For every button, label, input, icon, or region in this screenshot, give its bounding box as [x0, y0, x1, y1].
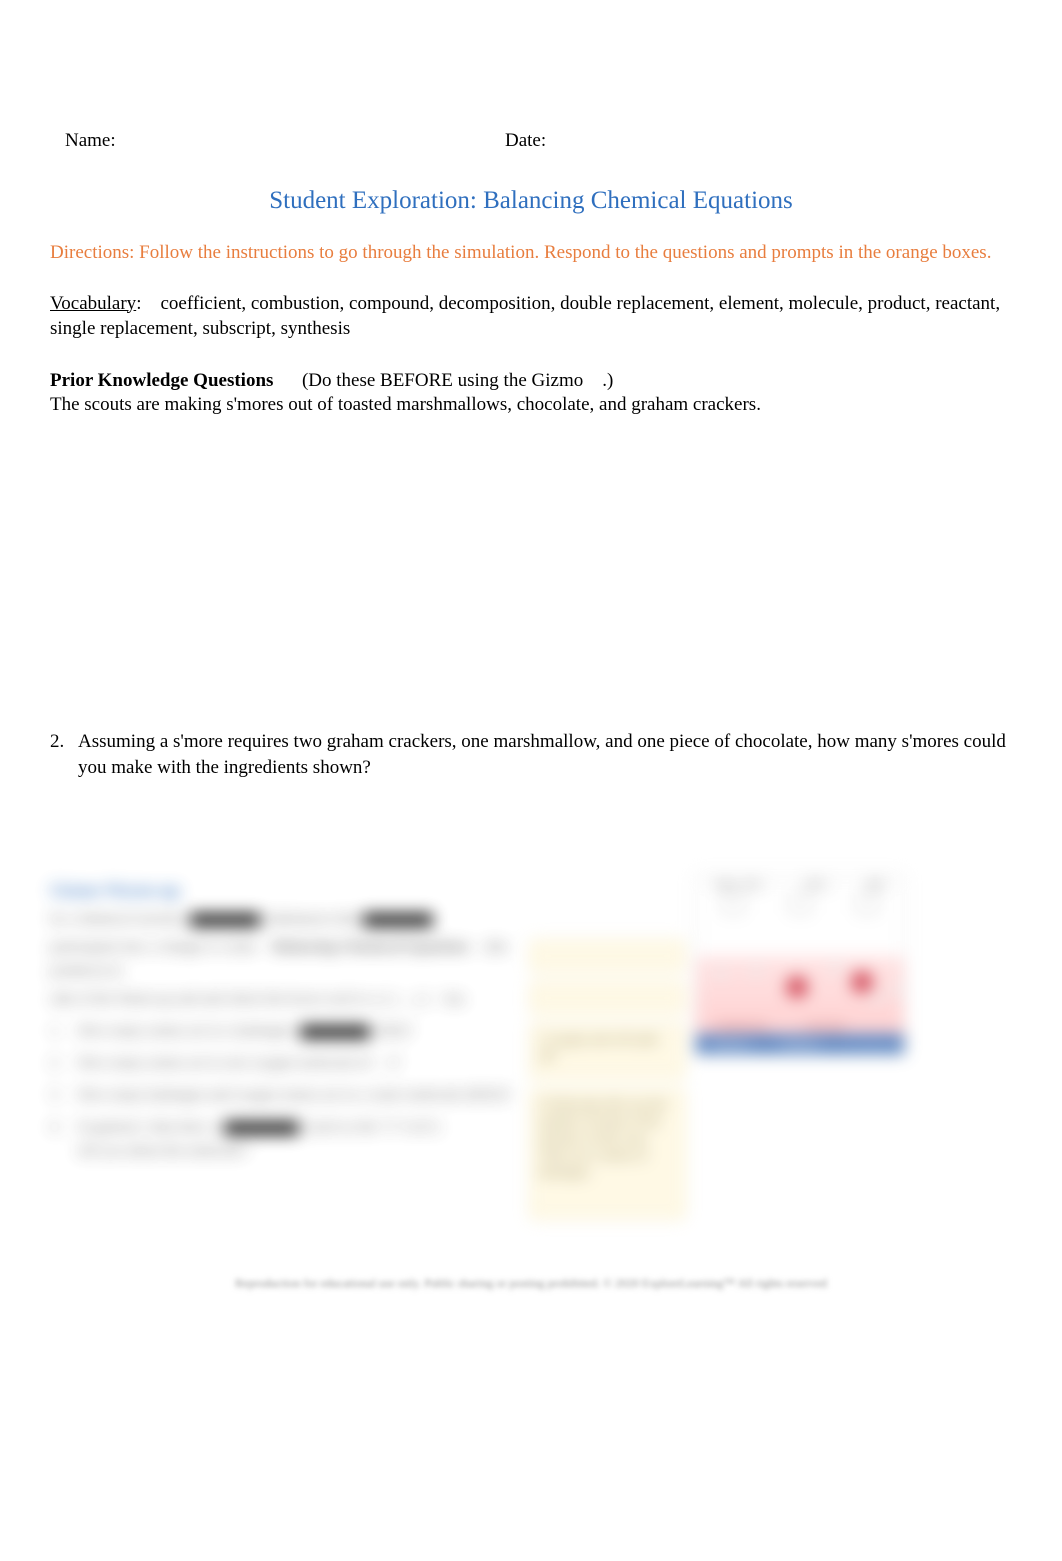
blur-line3a: side of the Warm-up and and check the bo… — [50, 991, 397, 1007]
answer-box — [530, 940, 685, 972]
directions-text: Directions: Follow the instructions to g… — [50, 240, 1012, 266]
thumb-label-1: OXYGEN — [806, 1022, 844, 1032]
blur-line1b: (substances that — [264, 911, 359, 927]
atom-dot — [851, 971, 873, 993]
thumb-top-2: H2O — [866, 880, 885, 891]
blur-line2b: (the products) in — [50, 939, 508, 979]
answer-box: 1 oxygen and will split 2H — [530, 1024, 685, 1079]
prior-paren: (Do these BEFORE using the Gizmo — [302, 370, 583, 391]
thumb-label-0: HYDROGEN — [716, 1022, 767, 1032]
gizmo-thumbnail: Water: 2H2 → +2H2 → H2O — [695, 875, 905, 1055]
blur-q3-n: 3. — [50, 1083, 78, 1107]
blur-q2-n: 2. — [50, 1051, 78, 1075]
blur-q1-n: 1. — [50, 1019, 78, 1043]
vocab-label: Vocabulary — [50, 293, 136, 314]
gizmo-warmup-title: Gizmo Warm-up — [50, 880, 520, 901]
answer-text: 1 oxygen and will split 2H — [531, 1025, 684, 1071]
blur-q4-t1: In general, what does a — [78, 1119, 217, 1135]
blur-line2a: participate) into a change to create — [50, 939, 257, 955]
blurred-preview: Gizmo Warm-up In a chemical reaction, (s… — [50, 855, 1062, 1330]
blur-line3c: has — [445, 991, 465, 1007]
vocab-colon: : — [136, 293, 141, 314]
atom-dot — [871, 993, 881, 1003]
atom-dot — [751, 966, 761, 976]
footer-copyright: Reproduction for educational use only. P… — [0, 1276, 1062, 1291]
blur-q1-t1: How many atoms are in a hydrogen — [78, 1023, 292, 1039]
thumb-btn-0: Reactant — [696, 1034, 765, 1054]
atom-dot — [831, 963, 841, 973]
redacted-box — [190, 913, 260, 927]
thumb-input-box — [857, 893, 877, 913]
redacted-box — [224, 1121, 299, 1135]
thumb-input-box — [790, 893, 810, 913]
answer-text: A Subscript tells you the number of atom… — [531, 1090, 684, 1186]
page-title: Student Exploration: Balancing Chemical … — [50, 187, 1012, 215]
atom-dot — [716, 969, 726, 979]
redacted-box — [363, 913, 433, 927]
blur-line3b: _ ( ) — [405, 991, 430, 1007]
blur-q1-t2: (H2)? — [377, 1023, 412, 1039]
scouts-text: The scouts are making s'mores out of toa… — [50, 392, 1012, 419]
date-label: Date: — [505, 130, 546, 152]
prior-label: Prior Knowledge Questions — [50, 370, 273, 391]
answer-box: A Subscript tells you the number of atom… — [530, 1089, 685, 1219]
vocabulary-block: Vocabulary: coefficient, combustion, com… — [50, 291, 1012, 342]
q2-number: 2. — [50, 729, 78, 782]
header-row: Name: Date: — [50, 130, 1012, 152]
blur-q4-t3: ) — [435, 1119, 440, 1135]
thumb-btn-1: Reactant — [765, 1034, 834, 1054]
blur-q4-t2: (such as the "2" in H — [307, 1119, 431, 1135]
name-label: Name: — [65, 130, 505, 152]
blur-q4-t4: tell you about the molecule? — [78, 1143, 248, 1159]
atom-dot — [891, 986, 901, 996]
blur-q2-t2: )? — [388, 1055, 400, 1071]
atom-dot — [786, 976, 808, 998]
blur-q3-t: How many hydrogen and oxygen atoms are i… — [78, 1083, 511, 1107]
answer-box — [530, 982, 685, 1014]
blur-line1a: In a chemical reaction, — [50, 911, 187, 927]
thumb-btn-2: → — [835, 1034, 904, 1054]
thumb-top-1: +2H2 → — [802, 880, 837, 891]
question-2: 2. Assuming a s'more requires two graham… — [50, 729, 1012, 782]
prior-paren-close: .) — [602, 370, 613, 391]
blur-q4-n: 4. — [50, 1115, 78, 1163]
blur-q2-t: How many atoms are in one oxygen molecul… — [78, 1055, 373, 1071]
vocab-body: coefficient, combustion, compound, decom… — [50, 293, 1000, 340]
thumb-input-box — [723, 893, 743, 913]
q2-text: Assuming a s'more requires two graham cr… — [78, 729, 1012, 782]
redacted-box — [300, 1025, 370, 1039]
thumb-top-0: Water: 2H2 → — [714, 880, 773, 891]
prior-knowledge-line: Prior Knowledge Questions (Do these BEFO… — [50, 370, 1012, 392]
